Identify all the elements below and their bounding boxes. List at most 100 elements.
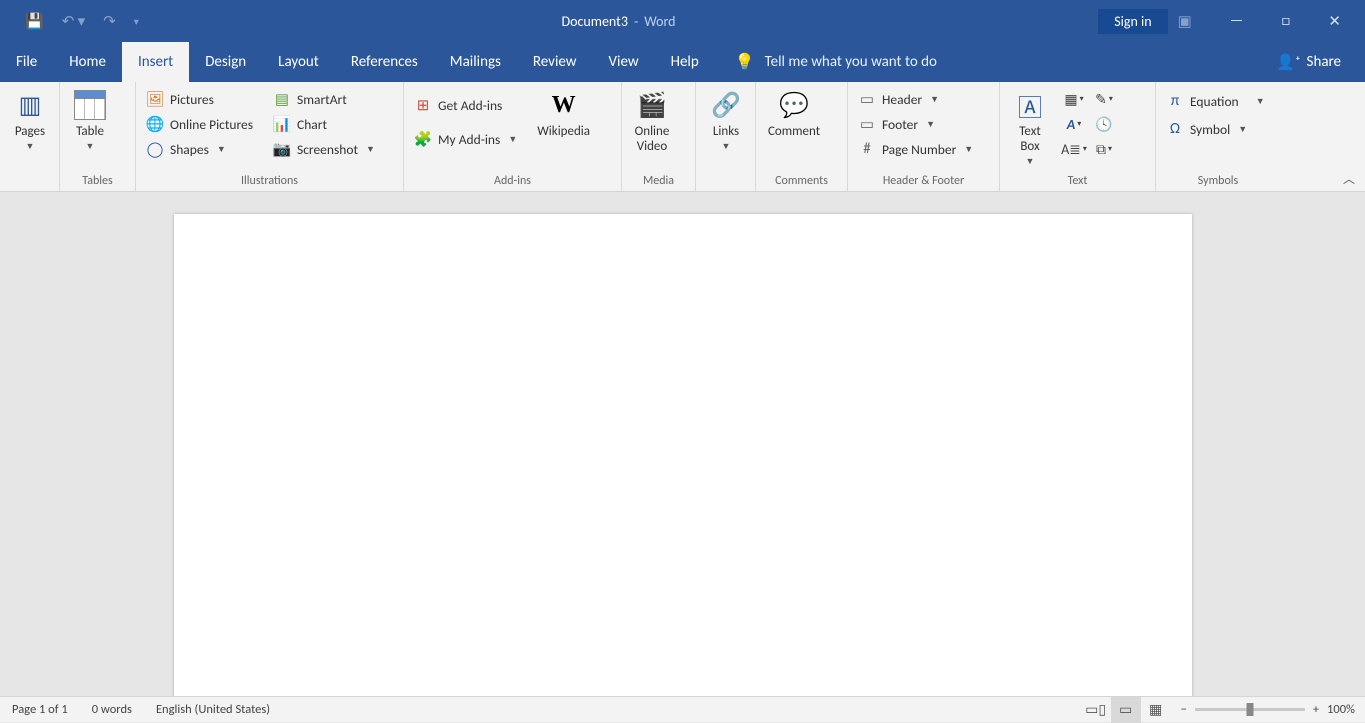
group-text-label: Text xyxy=(1000,174,1155,191)
wordart-button[interactable]: A▾ xyxy=(1062,113,1086,135)
chevron-down-icon: ▼ xyxy=(1026,156,1035,167)
date-time-button[interactable]: 🕓 xyxy=(1092,113,1116,135)
tab-insert[interactable]: Insert xyxy=(122,42,189,82)
get-addins-button[interactable]: ⊞Get Add-ins xyxy=(410,94,521,116)
tab-mailings[interactable]: Mailings xyxy=(434,42,517,82)
sign-in-button[interactable]: Sign in xyxy=(1098,9,1167,34)
app-name: Word xyxy=(644,13,675,30)
tab-layout[interactable]: Layout xyxy=(262,42,335,82)
group-pages-label xyxy=(0,174,59,191)
shapes-button[interactable]: ◯Shapes▼ xyxy=(142,138,257,160)
ribbon: ▥ Pages ▼ Table ▼ Tables 🖼Pictures 🌐Onli… xyxy=(0,82,1365,192)
links-icon: 🔗 xyxy=(709,88,743,122)
zoom-out-button[interactable]: − xyxy=(1181,702,1187,717)
quick-parts-button[interactable]: ▦▾ xyxy=(1062,88,1086,110)
chevron-down-icon: ▼ xyxy=(86,141,95,152)
maximize-icon[interactable]: □ xyxy=(1281,12,1290,31)
object-button[interactable]: ⧉▾ xyxy=(1092,138,1116,160)
status-bar: Page 1 of 1 0 words English (United Stat… xyxy=(0,696,1365,722)
footer-button[interactable]: ▭Footer▼ xyxy=(854,113,977,135)
addins-col: ⊞Get Add-ins 🧩My Add-ins▼ xyxy=(410,86,521,150)
links-button[interactable]: 🔗 Links ▼ xyxy=(702,86,750,152)
my-addins-button[interactable]: 🧩My Add-ins▼ xyxy=(410,128,521,150)
pictures-button[interactable]: 🖼Pictures xyxy=(142,88,257,110)
chevron-down-icon: ▼ xyxy=(366,144,375,155)
group-text: 🄰 Text Box ▼ ▦▾ ✎▾ A▾ 🕓 A≣▾ ⧉▾ Text xyxy=(1000,82,1156,191)
wordart-icon: A xyxy=(1067,116,1075,133)
save-icon[interactable]: 💾 xyxy=(25,12,44,31)
status-language[interactable]: English (United States) xyxy=(144,702,282,717)
group-media-label: Media xyxy=(622,174,695,191)
share-label: Share xyxy=(1307,53,1341,71)
zoom-in-button[interactable]: + xyxy=(1313,702,1319,717)
wikipedia-label: Wikipedia xyxy=(537,124,590,139)
wikipedia-button[interactable]: W Wikipedia xyxy=(531,86,596,139)
status-page[interactable]: Page 1 of 1 xyxy=(0,702,80,717)
print-layout-button[interactable]: ▭ xyxy=(1111,697,1141,723)
group-header-footer-label: Header & Footer xyxy=(848,174,999,191)
tab-file[interactable]: File xyxy=(0,42,53,82)
chevron-down-icon: ▼ xyxy=(508,134,517,145)
smartart-button[interactable]: ▤SmartArt xyxy=(269,88,379,110)
ribbon-tabs: File Home Insert Design Layout Reference… xyxy=(0,42,1365,82)
read-mode-button[interactable]: ▭▯ xyxy=(1081,697,1111,723)
collapse-ribbon-button[interactable]: ︿ xyxy=(1343,170,1355,187)
smartart-icon: ▤ xyxy=(273,90,291,108)
undo-icon[interactable]: ↶ ▾ xyxy=(62,12,86,31)
signature-line-button[interactable]: ✎▾ xyxy=(1092,88,1116,110)
shapes-icon: ◯ xyxy=(146,140,164,158)
titlebar: 💾 ↶ ▾ ↷ ▾ Document3 - Word Sign in ▣ — □… xyxy=(0,0,1365,42)
online-pictures-button[interactable]: 🌐Online Pictures xyxy=(142,113,257,135)
minimize-icon[interactable]: — xyxy=(1230,12,1244,31)
drop-cap-button[interactable]: A≣▾ xyxy=(1062,138,1086,160)
symbols-col: πEquation ▼ ΩSymbol▼ xyxy=(1162,86,1269,140)
symbol-button[interactable]: ΩSymbol▼ xyxy=(1162,118,1269,140)
equation-button[interactable]: πEquation ▼ xyxy=(1162,90,1269,112)
web-layout-button[interactable]: ▦ xyxy=(1141,697,1171,723)
tab-view[interactable]: View xyxy=(593,42,655,82)
header-footer-col: ▭Header▼ ▭Footer▼ #Page Number▼ xyxy=(854,86,977,160)
comment-button[interactable]: 💬 Comment xyxy=(762,86,826,139)
table-button[interactable]: Table ▼ xyxy=(66,86,114,152)
zoom-slider-thumb[interactable] xyxy=(1246,703,1253,716)
tell-me-search[interactable]: 💡 Tell me what you want to do xyxy=(715,42,937,82)
tab-home[interactable]: Home xyxy=(53,42,122,82)
qat-customize-icon[interactable]: ▾ xyxy=(134,15,139,28)
tab-references[interactable]: References xyxy=(335,42,434,82)
quick-parts-icon: ▦ xyxy=(1064,91,1077,108)
footer-icon: ▭ xyxy=(858,115,876,133)
page-number-button[interactable]: #Page Number▼ xyxy=(854,138,977,160)
zoom-control: − + 100% xyxy=(1171,702,1365,717)
online-video-button[interactable]: 🎬 Online Video xyxy=(628,86,676,154)
illustrations-col2: ▤SmartArt 📊Chart 📷Screenshot▼ xyxy=(269,86,379,160)
header-button[interactable]: ▭Header▼ xyxy=(854,88,977,110)
zoom-slider[interactable] xyxy=(1195,708,1305,711)
zoom-level[interactable]: 100% xyxy=(1327,702,1355,717)
document-name: Document3 xyxy=(562,13,628,30)
table-icon xyxy=(73,88,107,122)
tab-design[interactable]: Design xyxy=(189,42,262,82)
document-canvas[interactable] xyxy=(0,192,1365,696)
redo-icon[interactable]: ↷ xyxy=(103,12,116,31)
document-page[interactable] xyxy=(174,214,1192,696)
share-button[interactable]: 👤⁺ Share xyxy=(1276,42,1365,82)
screenshot-button[interactable]: 📷Screenshot▼ xyxy=(269,138,379,160)
group-symbols-label: Symbols xyxy=(1156,174,1280,191)
ribbon-display-icon[interactable]: ▣ xyxy=(1178,12,1192,31)
pages-icon: ▥ xyxy=(13,88,47,122)
tab-review[interactable]: Review xyxy=(517,42,593,82)
pages-button[interactable]: ▥ Pages ▼ xyxy=(6,86,54,152)
close-icon[interactable]: ✕ xyxy=(1328,12,1341,31)
group-symbols: πEquation ▼ ΩSymbol▼ Symbols xyxy=(1156,82,1280,191)
status-word-count[interactable]: 0 words xyxy=(80,702,144,717)
chevron-down-icon: ▼ xyxy=(1256,96,1265,107)
group-header-footer: ▭Header▼ ▭Footer▼ #Page Number▼ Header &… xyxy=(848,82,1000,191)
read-mode-icon: ▭▯ xyxy=(1085,701,1106,718)
group-tables-label: Tables xyxy=(60,174,135,191)
chart-button[interactable]: 📊Chart xyxy=(269,113,379,135)
tab-help[interactable]: Help xyxy=(655,42,715,82)
text-box-button[interactable]: 🄰 Text Box ▼ xyxy=(1006,86,1054,167)
lightbulb-icon: 💡 xyxy=(735,52,755,72)
group-tables: Table ▼ Tables xyxy=(60,82,136,191)
pages-label: Pages xyxy=(15,124,45,139)
